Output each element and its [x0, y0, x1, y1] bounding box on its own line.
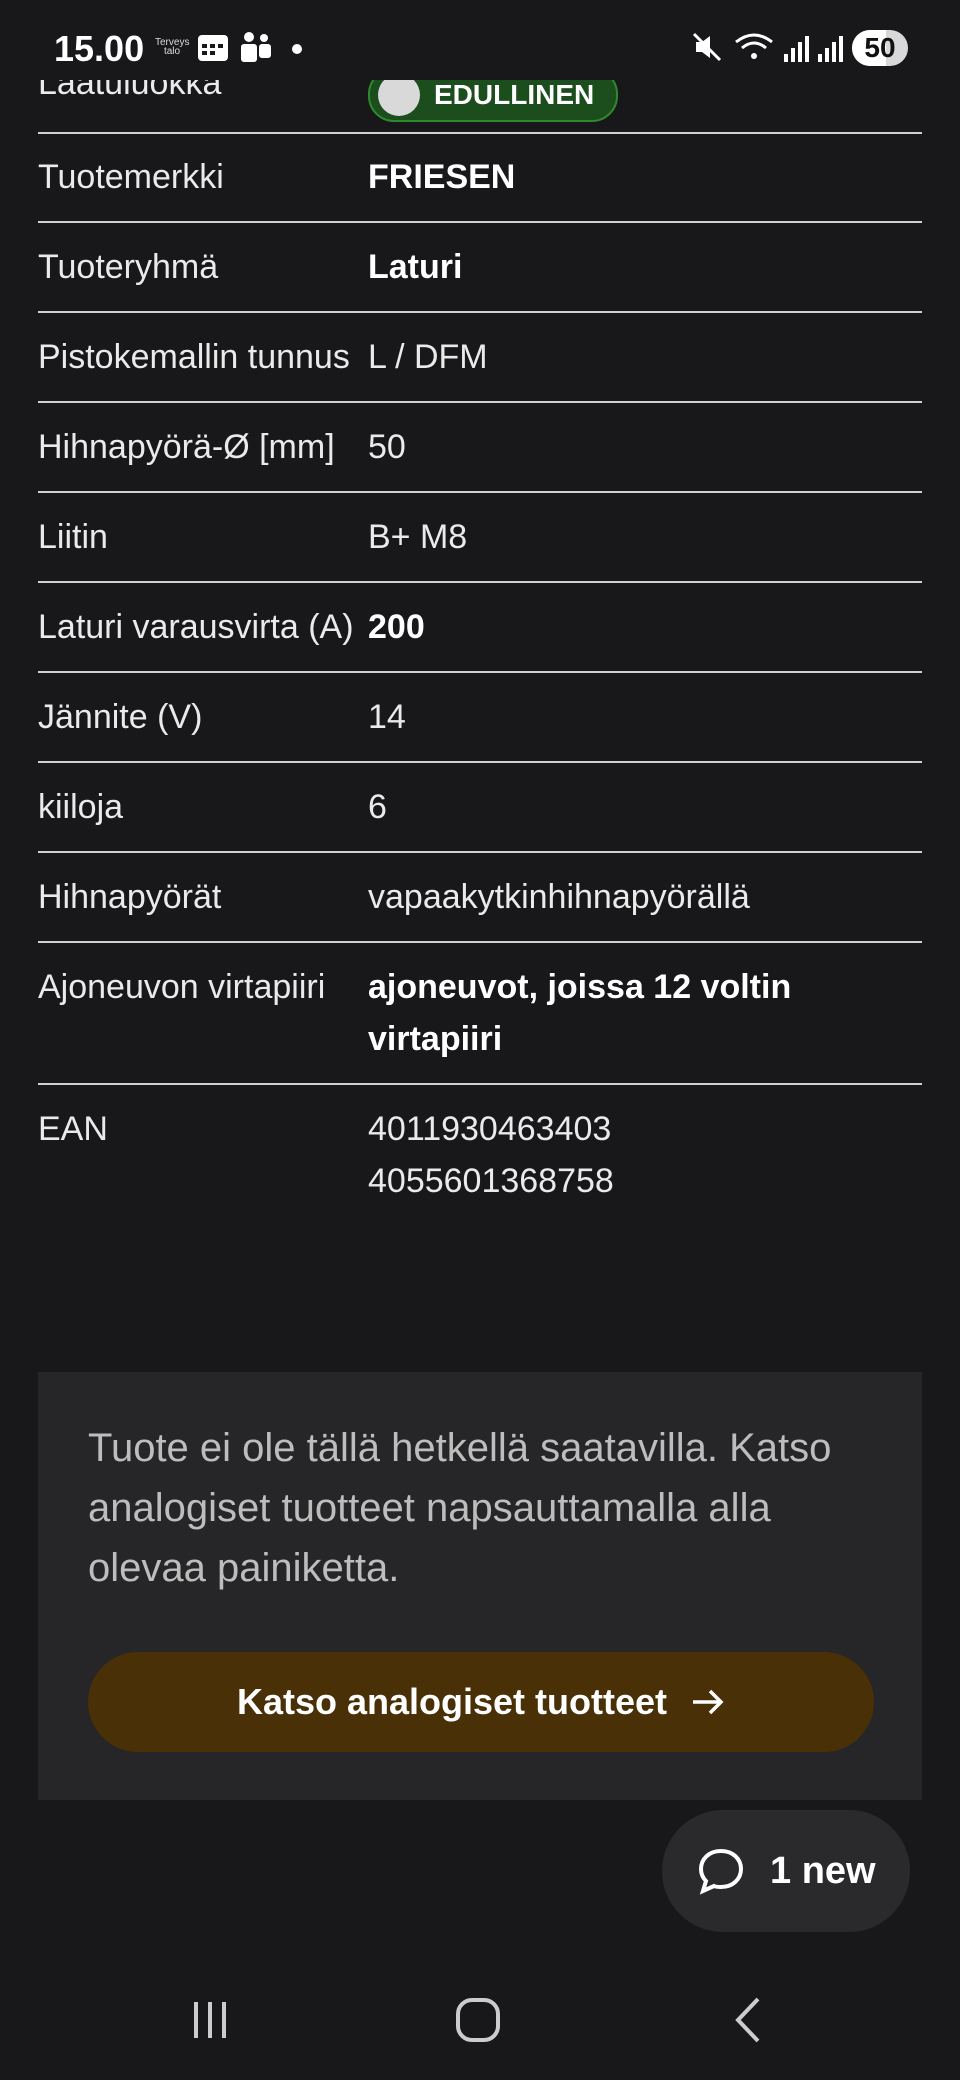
spec-value: 6 [368, 781, 922, 833]
teams-icon [241, 32, 271, 62]
spec-key: Pistokemallin tunnus [38, 338, 350, 376]
spec-value-line: B+ M8 [368, 518, 468, 556]
spec-row: Tuotemerkki FRIESEN [38, 133, 922, 223]
spec-value: 200 [368, 601, 922, 653]
spec-row: Ajoneuvon virtapiiri ajoneuvot, joissa 12… [38, 943, 922, 1085]
system-nav-bar [0, 1960, 960, 2080]
spec-value: 14 [368, 691, 922, 743]
calendar-icon [198, 35, 228, 61]
spec-key: Tuoteryhmä [38, 248, 219, 286]
specs-table: Tuotemerkki FRIESEN Tuoteryhmä Laturi Pistok… [38, 133, 922, 1225]
spec-value: ajoneuvot, joissa 12 voltin virtapiiri [368, 961, 922, 1065]
spec-row: Laturi varausvirta (A) 200 [38, 583, 922, 673]
wifi-icon [735, 33, 773, 59]
back-button[interactable] [708, 1980, 788, 2060]
spec-value-line: vapaakytkinhihnapyörällä [368, 878, 750, 916]
arrow-right-icon [693, 1689, 724, 1715]
view-analog-products-label: Katso analogiset tuotteet [236, 1681, 668, 1722]
chat-bubble-icon [698, 1848, 744, 1895]
health-app-notification-icon: Terveys talo [155, 37, 190, 57]
battery-level: 50 [864, 32, 896, 63]
spec-value-line: 50 [368, 428, 406, 466]
signal-icon [784, 36, 809, 62]
spec-value: L / DFM [368, 331, 922, 383]
notification-dot-icon [292, 44, 302, 54]
back-icon [735, 1997, 760, 2043]
spec-row: EAN 4011930463403 4055601368758 [38, 1085, 922, 1225]
recents-icon [194, 2002, 226, 2038]
unavailable-text: Tuote ei ole tällä hetkellä saatavilla. … [88, 1426, 832, 1590]
spec-row: Tuoteryhmä Laturi [38, 223, 922, 313]
spec-key: Liitin [38, 518, 108, 556]
spec-row: Liitin B+ M8 [38, 493, 922, 583]
chat-new-count: 1 new [770, 1849, 876, 1892]
spec-row: Hihnapyörät vapaakytkinhihnapyörällä [38, 853, 922, 943]
spec-key: Hihnapyörät [38, 878, 222, 916]
spec-key: EAN [38, 1110, 108, 1148]
spec-value-line: ajoneuvot, joissa 12 voltin virtapiiri [368, 968, 792, 1058]
spec-value-line: 200 [368, 608, 425, 646]
spec-value: B+ M8 [368, 511, 922, 563]
view-analog-products-button[interactable]: Katso analogiset tuotteet [88, 1652, 874, 1752]
unavailable-notice: Tuote ei ole tällä hetkellä saatavilla. … [38, 1372, 922, 1800]
quality-badge-text: EDULLINEN [434, 79, 595, 110]
quality-badge-icon [378, 74, 420, 116]
signal-icon-2 [818, 36, 843, 62]
spec-value-line: L / DFM [368, 338, 488, 376]
spec-key: Ajoneuvon virtapiiri [38, 968, 326, 1006]
spec-row: Pistokemallin tunnus L / DFM [38, 313, 922, 403]
spec-value: Laturi [368, 241, 922, 293]
home-button[interactable] [438, 1980, 518, 2060]
home-icon [456, 1998, 500, 2042]
status-bar: 15.00 Terveys talo 50 [0, 0, 960, 80]
spec-row: Jännite (V) 14 [38, 673, 922, 763]
spec-value-line: FRIESEN [368, 158, 516, 196]
spec-key: Jännite (V) [38, 698, 203, 736]
chat-button[interactable]: 1 new [662, 1810, 910, 1932]
spec-value-line: 4055601368758 [368, 1162, 614, 1200]
spec-row: Hihnapyörä-Ø [mm] 50 [38, 403, 922, 493]
spec-value: vapaakytkinhihnapyörällä [368, 871, 922, 923]
mute-icon [692, 32, 722, 62]
spec-value-line: Laturi [368, 248, 463, 286]
battery-indicator: 50 [852, 30, 908, 66]
spec-value: FRIESEN [368, 151, 922, 203]
spec-key: kiiloja [38, 788, 124, 826]
spec-value-line: 6 [368, 788, 387, 826]
spec-key: Laturi varausvirta (A) [38, 608, 354, 646]
spec-value: 4011930463403 4055601368758 [368, 1103, 922, 1207]
spec-value-line: 4011930463403 [368, 1110, 612, 1148]
spec-value-line: 14 [368, 698, 406, 736]
spec-key: Tuotemerkki [38, 158, 224, 196]
spec-row: kiiloja 6 [38, 763, 922, 853]
recents-button[interactable] [170, 1980, 250, 2060]
spec-key: Hihnapyörä-Ø [mm] [38, 428, 335, 466]
spec-value: 50 [368, 421, 922, 473]
status-time: 15.00 [54, 28, 145, 69]
